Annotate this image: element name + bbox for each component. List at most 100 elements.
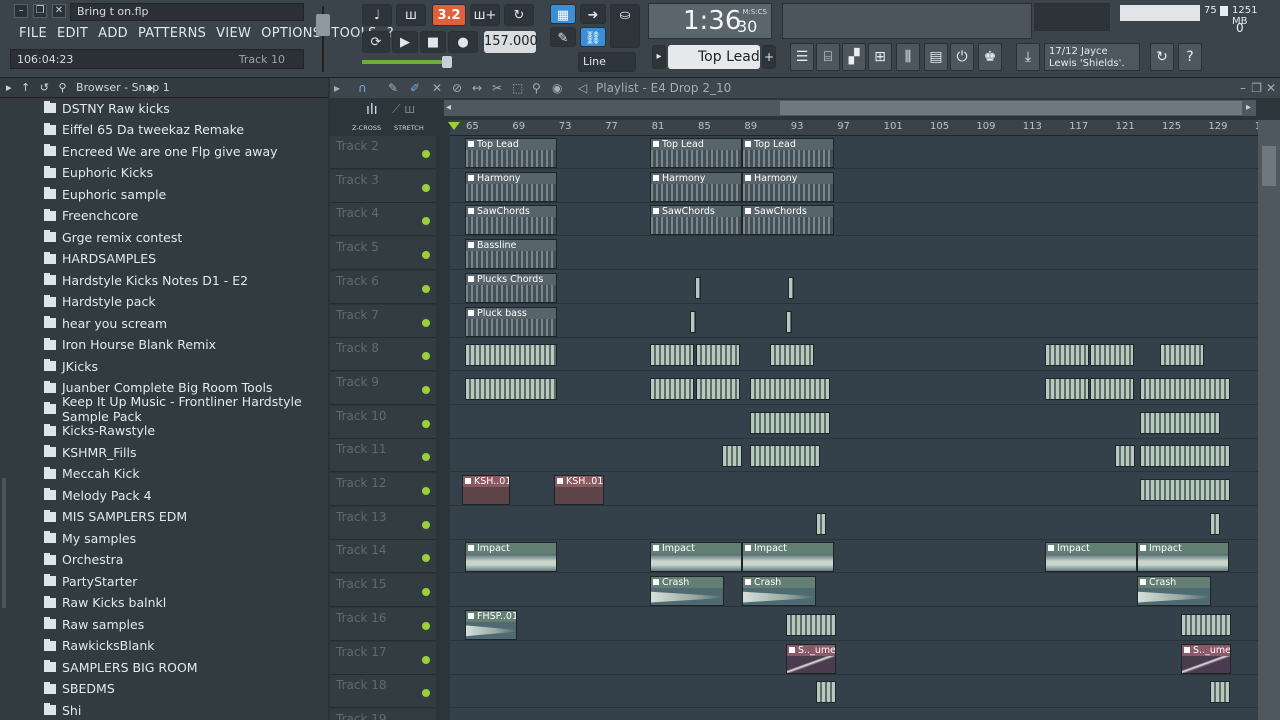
master-volume-slider[interactable] <box>316 6 330 72</box>
audio-clip[interactable] <box>722 445 742 468</box>
audio-clip[interactable] <box>1115 445 1135 468</box>
pattern-add-button[interactable]: + <box>762 45 776 69</box>
audio-clip[interactable] <box>690 310 696 333</box>
audio-clip[interactable] <box>650 344 694 367</box>
loop-record-icon[interactable]: ↻ <box>504 4 534 26</box>
slip-icon[interactable]: ↔ <box>472 78 482 98</box>
playlist-clip[interactable]: Top Lead <box>742 138 834 168</box>
track-lane[interactable] <box>450 439 1258 473</box>
track-header[interactable]: Track 10 <box>330 405 436 439</box>
playlist-clip[interactable]: Impact <box>742 542 834 573</box>
close-icon[interactable]: ✕ <box>52 4 66 18</box>
playlist-clip[interactable]: Impact <box>650 542 742 573</box>
audio-clip[interactable] <box>696 377 740 400</box>
audio-clip[interactable] <box>1090 377 1134 400</box>
playlist-clip[interactable]: S.._ume <box>786 643 836 674</box>
playlist-minimize-icon[interactable]: – <box>1240 78 1246 98</box>
track-header[interactable]: Track 18 <box>330 675 436 709</box>
browser-item[interactable]: Eiffel 65 Da tweekaz Remake <box>44 120 326 140</box>
audio-clip[interactable] <box>1140 479 1230 501</box>
step-edit-icon[interactable]: ш+ <box>470 4 500 26</box>
playlist-clip[interactable]: KSH..01 <box>554 475 604 505</box>
audio-clip[interactable] <box>750 411 830 434</box>
download-icon[interactable]: ⤓ <box>1016 43 1040 71</box>
audio-clip[interactable] <box>786 613 836 636</box>
menu-file[interactable]: FILE <box>14 25 52 43</box>
playlist-clip[interactable]: Crash <box>1137 576 1211 607</box>
track-lane[interactable] <box>450 642 1258 675</box>
audio-clip[interactable] <box>696 344 740 367</box>
playlist-icon[interactable]: ☰ <box>790 43 814 71</box>
refresh-icon[interactable]: ↻ <box>1150 43 1174 71</box>
menu-view[interactable]: VIEW <box>211 25 256 43</box>
horizontal-scrollbar[interactable] <box>444 100 1256 116</box>
restore-icon[interactable]: ❐ <box>33 4 47 18</box>
audio-clip[interactable] <box>1045 344 1089 367</box>
minimize-icon[interactable]: – <box>14 4 28 18</box>
track-lane[interactable] <box>450 709 1258 720</box>
browser-item[interactable]: Orchestra <box>44 550 326 570</box>
playlist-clip[interactable]: Top Lead <box>650 138 742 168</box>
song-news[interactable]: 17/12 Jayce Lewis 'Shields'. <box>1044 43 1140 71</box>
playback-icon[interactable]: ◉ <box>552 78 562 98</box>
playlist-clip[interactable]: Bassline <box>465 239 557 270</box>
brush-icon[interactable]: ✎ <box>550 27 576 47</box>
browser-icon[interactable]: ⊞ <box>868 43 892 71</box>
zoom-waveform-icon[interactable]: ılı <box>366 102 378 118</box>
browser-menu-icon[interactable]: ▸ <box>6 81 12 94</box>
playlist-clip[interactable]: SawChords <box>650 205 742 236</box>
track-header[interactable]: Track 17 <box>330 641 436 675</box>
playlist-grid[interactable]: Top Lead Top Lead Top Lead Harmony Harmony Ha… <box>450 136 1258 720</box>
track-mute-led[interactable] <box>422 520 430 529</box>
arrow-right-icon[interactable]: ➜ <box>580 4 606 24</box>
browser-item[interactable]: SAMPLERS BIG ROOM <box>44 657 326 677</box>
playlist-clip[interactable]: S.._ume <box>1181 643 1231 674</box>
mic-icon[interactable]: ⛀ <box>610 4 640 48</box>
audio-clip[interactable] <box>695 276 701 299</box>
playlist-clip[interactable]: Crash <box>742 576 816 607</box>
browser-item[interactable]: MIS SAMPLERS EDM <box>44 507 326 527</box>
track-mute-led[interactable] <box>422 352 430 361</box>
playlist-clip[interactable]: Impact <box>1045 542 1137 573</box>
audio-clip[interactable] <box>816 512 826 535</box>
playlist-clip[interactable]: Crash <box>650 576 724 607</box>
audio-clip[interactable] <box>1140 445 1230 468</box>
audio-clip[interactable] <box>788 276 794 299</box>
plugin-icon[interactable]: ⏻ <box>950 43 974 71</box>
track-header[interactable]: Track 16 <box>330 607 436 641</box>
channel-rack-icon[interactable]: ▞ <box>842 43 866 71</box>
browser-item[interactable]: Hardstyle Kicks Notes D1 - E2 <box>44 270 326 290</box>
playlist-clip[interactable]: KSH..01 <box>462 475 510 505</box>
help-icon[interactable]: ? <box>1178 43 1202 71</box>
browser-item[interactable]: Hardstyle pack <box>44 292 326 312</box>
track-header[interactable]: Track 15 <box>330 574 436 608</box>
browser-item[interactable]: Euphoric sample <box>44 184 326 204</box>
audio-clip[interactable] <box>1160 344 1204 367</box>
browser-item[interactable]: PartyStarter <box>44 571 326 591</box>
browser-item[interactable]: Meccah Kick <box>44 464 326 484</box>
track-header[interactable]: Track 11 <box>330 439 436 473</box>
record-icon[interactable]: ● <box>448 31 478 53</box>
audio-clip[interactable] <box>650 377 694 400</box>
audio-clip[interactable] <box>465 344 557 367</box>
play-icon[interactable]: ▶ <box>392 31 418 53</box>
track-lane[interactable] <box>450 406 1258 439</box>
scroll-left-icon[interactable]: ◂ <box>446 102 451 113</box>
browser-item[interactable]: Grge remix contest <box>44 227 326 247</box>
track-mute-led[interactable] <box>422 183 430 192</box>
playlist-clip[interactable]: Impact <box>465 542 557 573</box>
browser-up-icon[interactable]: ↑ <box>21 81 30 94</box>
browser-item[interactable]: Raw Kicks balnkl <box>44 593 326 613</box>
track-mute-led[interactable] <box>422 621 430 630</box>
track-mute-led[interactable] <box>422 689 430 698</box>
audio-clip[interactable] <box>1210 681 1230 704</box>
track-mute-led[interactable] <box>422 453 430 462</box>
track-mute-led[interactable] <box>422 251 430 260</box>
audio-clip[interactable] <box>1140 377 1230 400</box>
zcross-label[interactable]: Z-CROSS <box>352 124 381 132</box>
playlist-clip[interactable]: FHSP..01 <box>465 609 517 640</box>
track-header[interactable]: Track 3 <box>330 169 436 203</box>
browser-expand-icon[interactable]: ▸ <box>148 78 154 98</box>
scroll-right-icon[interactable]: ▸ <box>1246 102 1251 113</box>
magnet-icon[interactable]: ∩ <box>358 78 367 98</box>
